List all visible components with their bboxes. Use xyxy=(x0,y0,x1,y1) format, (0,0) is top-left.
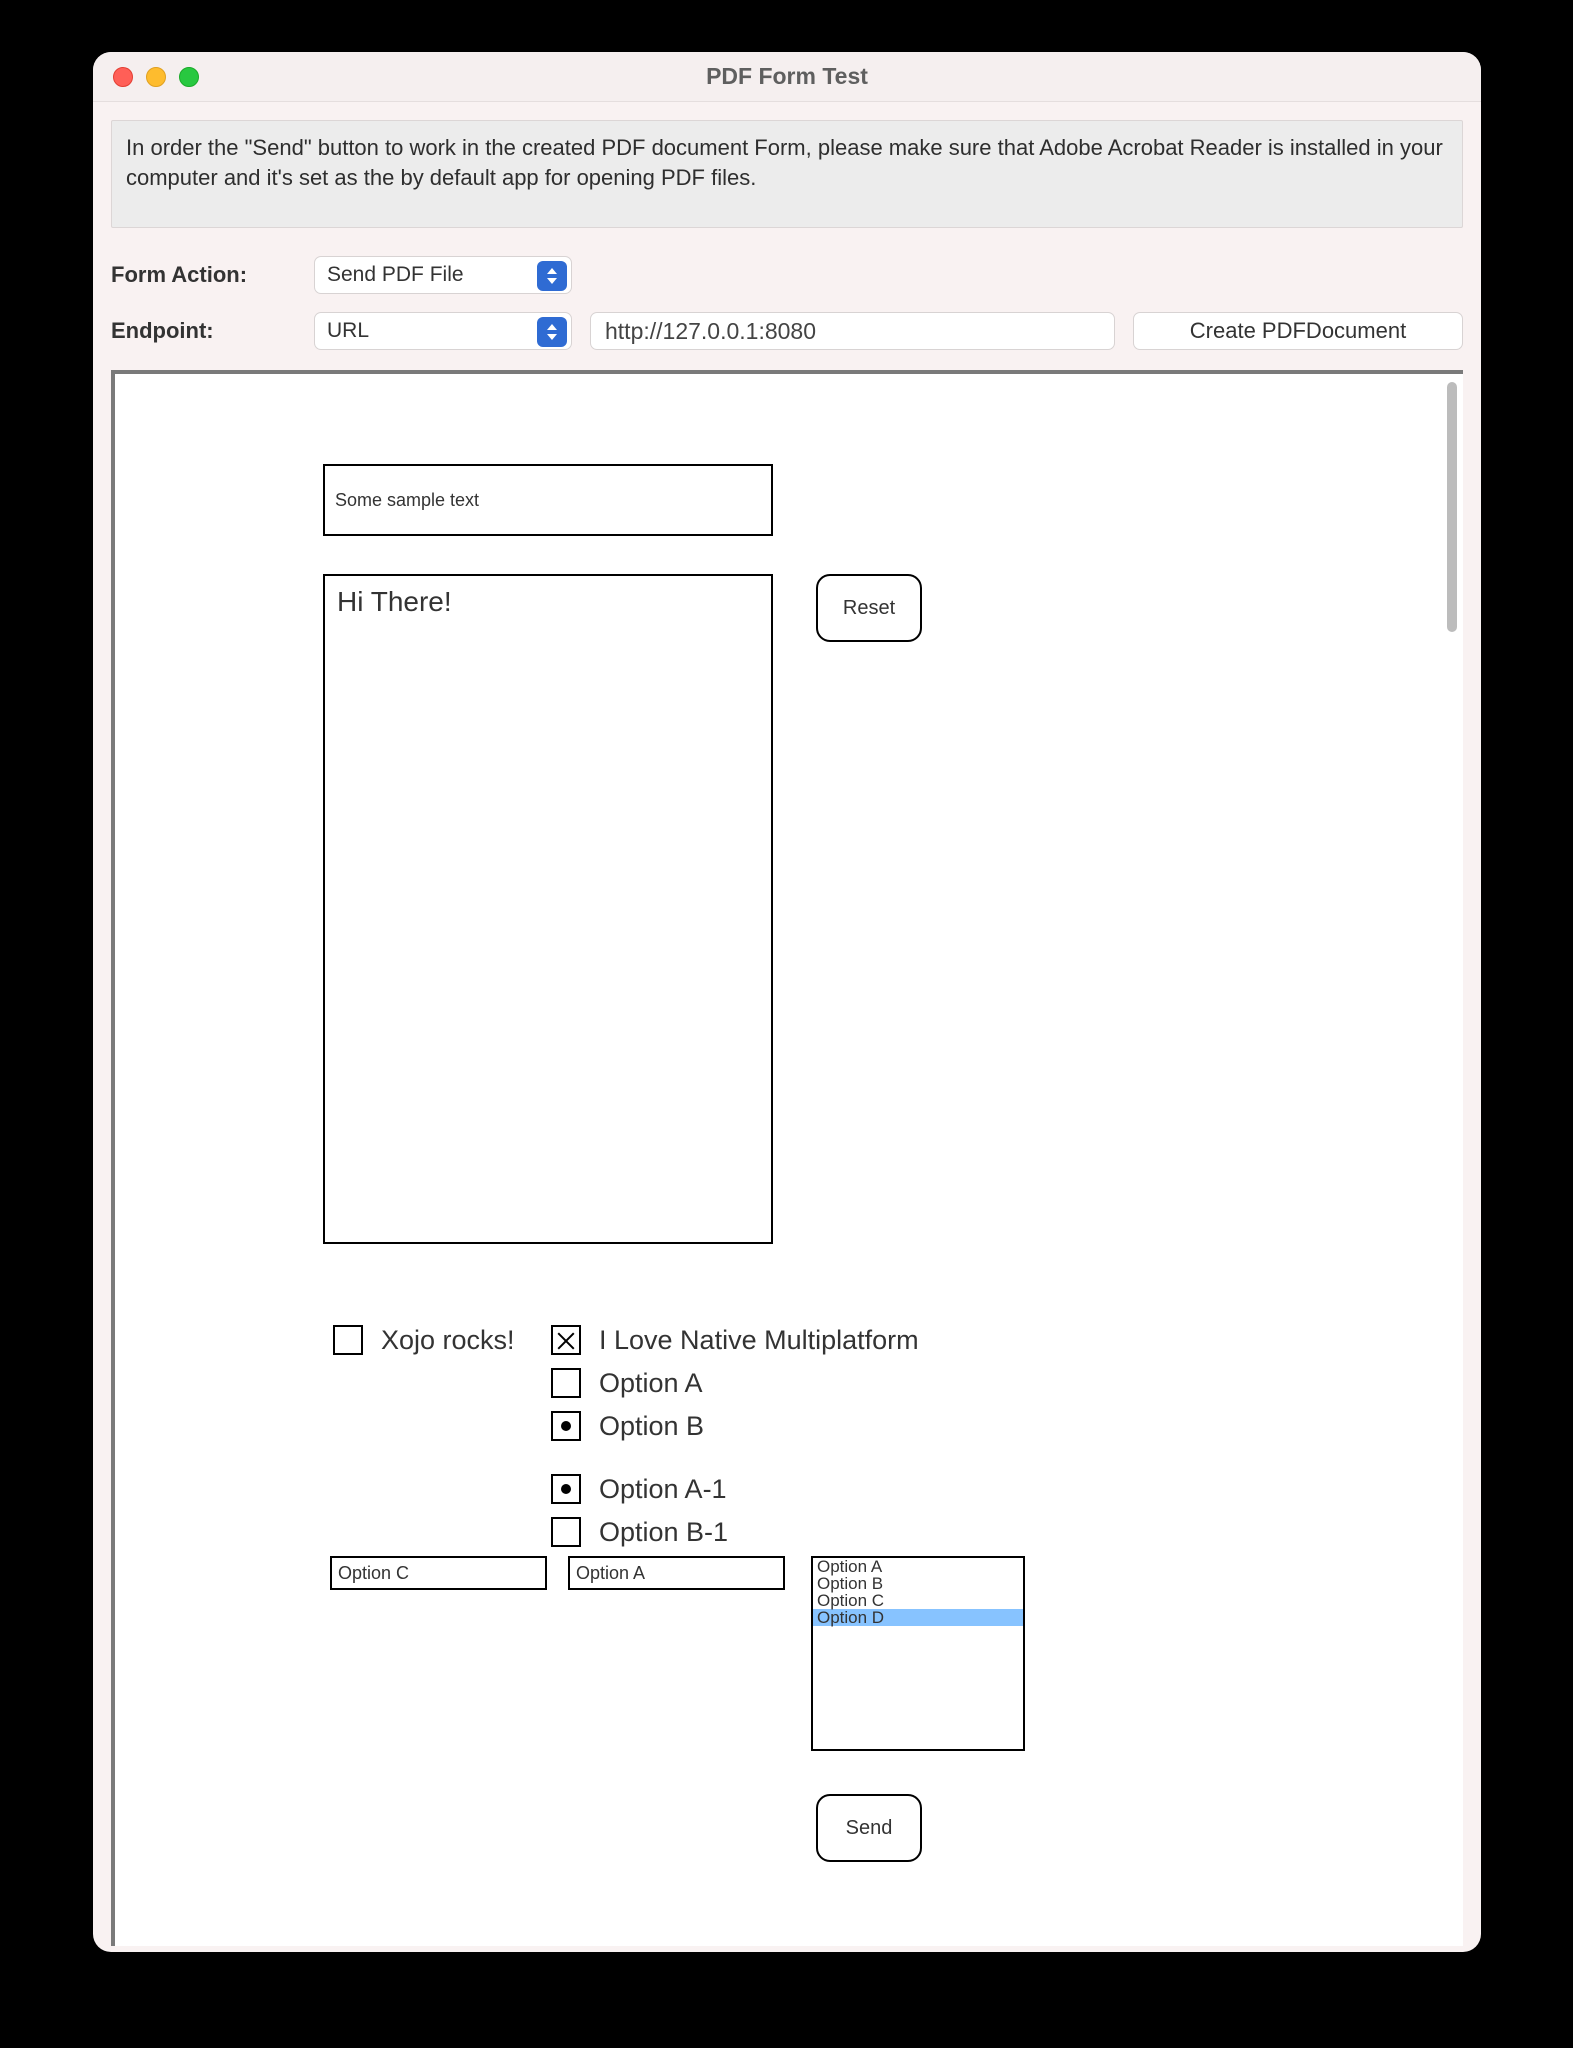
combo-left[interactable]: Option C xyxy=(330,1556,547,1590)
radio-option-a[interactable] xyxy=(551,1368,581,1398)
multiline-text-field[interactable]: Hi There! xyxy=(323,574,773,1244)
checkbox-native-row: I Love Native Multiplatform xyxy=(551,1325,919,1355)
listbox[interactable]: Option A Option B Option C Option D xyxy=(811,1556,1025,1751)
form-action-value: Send PDF File xyxy=(327,263,464,287)
checkbox-xojo-row: Xojo rocks! xyxy=(333,1325,515,1355)
form-action-select[interactable]: Send PDF File xyxy=(314,256,572,294)
listbox-option[interactable]: Option B xyxy=(813,1575,1023,1592)
form-action-label: Form Action: xyxy=(111,262,296,288)
sample-text-value: Some sample text xyxy=(335,490,479,511)
radio-option-a-row: Option A xyxy=(551,1368,703,1398)
form-action-row: Form Action: Send PDF File xyxy=(111,256,1463,294)
window-title: PDF Form Test xyxy=(93,63,1481,90)
radio-option-b-row: Option B xyxy=(551,1411,704,1441)
checkbox-native-label: I Love Native Multiplatform xyxy=(599,1325,919,1355)
radio-option-a-label: Option A xyxy=(599,1368,703,1398)
multiline-text-value: Hi There! xyxy=(337,586,452,617)
send-button[interactable]: Send xyxy=(816,1794,922,1862)
combo-right-value: Option A xyxy=(576,1563,645,1584)
radio-option-b1-label: Option B-1 xyxy=(599,1517,728,1547)
radio-option-b1-row: Option B-1 xyxy=(551,1517,728,1547)
endpoint-row: Endpoint: URL Create PDFDocument xyxy=(111,312,1463,350)
listbox-option[interactable]: Option C xyxy=(813,1592,1023,1609)
create-pdf-button[interactable]: Create PDFDocument xyxy=(1133,312,1463,350)
select-arrows-icon xyxy=(537,261,567,291)
endpoint-label: Endpoint: xyxy=(111,318,296,344)
window-titlebar: PDF Form Test xyxy=(93,52,1481,102)
pdf-viewport: Some sample text Hi There! Reset Xojo ro… xyxy=(111,370,1463,1946)
radio-option-b-label: Option B xyxy=(599,1411,704,1441)
listbox-option[interactable]: Option A xyxy=(813,1558,1023,1575)
combo-left-value: Option C xyxy=(338,1563,409,1584)
config-area: Form Action: Send PDF File Endpoint: URL… xyxy=(111,256,1463,350)
listbox-option-selected[interactable]: Option D xyxy=(813,1609,1023,1626)
checkbox-native[interactable] xyxy=(551,1325,581,1355)
checkbox-xojo[interactable] xyxy=(333,1325,363,1355)
app-window: PDF Form Test In order the "Send" button… xyxy=(93,52,1481,1952)
pdf-page: Some sample text Hi There! Reset Xojo ro… xyxy=(115,374,1463,1946)
sample-text-field[interactable]: Some sample text xyxy=(323,464,773,536)
checkbox-xojo-label: Xojo rocks! xyxy=(381,1325,515,1355)
reset-button[interactable]: Reset xyxy=(816,574,922,642)
endpoint-type-value: URL xyxy=(327,319,369,343)
radio-option-a1[interactable] xyxy=(551,1474,581,1504)
endpoint-url-input[interactable] xyxy=(590,312,1115,350)
radio-option-a1-row: Option A-1 xyxy=(551,1474,727,1504)
select-arrows-icon xyxy=(537,317,567,347)
radio-option-b1[interactable] xyxy=(551,1517,581,1547)
radio-option-b[interactable] xyxy=(551,1411,581,1441)
endpoint-type-select[interactable]: URL xyxy=(314,312,572,350)
combo-right[interactable]: Option A xyxy=(568,1556,785,1590)
radio-option-a1-label: Option A-1 xyxy=(599,1474,727,1504)
info-panel: In order the "Send" button to work in th… xyxy=(111,120,1463,228)
